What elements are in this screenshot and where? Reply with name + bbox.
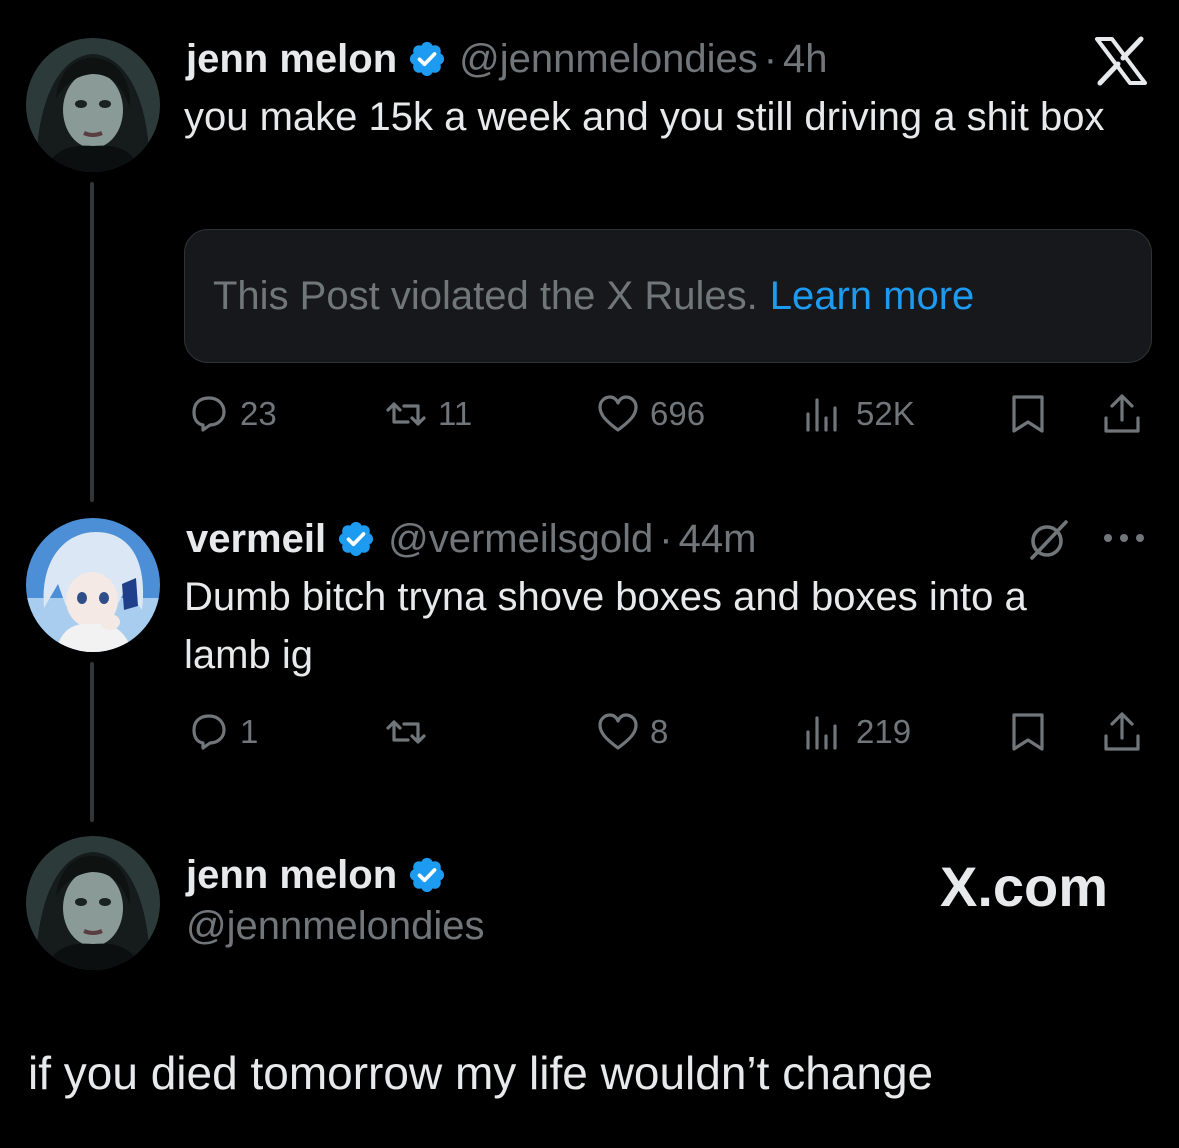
views-count: 219 bbox=[856, 713, 912, 750]
repost-icon bbox=[386, 720, 426, 744]
like-count: 8 bbox=[650, 713, 669, 750]
avatar-jenn[interactable] bbox=[26, 38, 160, 172]
author-handle[interactable]: @jennmelondies bbox=[459, 37, 758, 82]
avatar-vermeil[interactable] bbox=[26, 518, 160, 652]
thread-line-2 bbox=[90, 662, 94, 822]
learn-more-link[interactable]: Learn more bbox=[770, 274, 975, 319]
verified-badge-icon bbox=[407, 855, 447, 895]
author-handle[interactable]: @jennmelondies bbox=[186, 904, 485, 949]
like-button[interactable]: 8 bbox=[596, 710, 668, 754]
views-button[interactable]: 52K bbox=[802, 392, 915, 436]
verified-badge-icon bbox=[336, 519, 376, 559]
author-name[interactable]: vermeil bbox=[186, 517, 326, 562]
repost-count: 11 bbox=[438, 395, 473, 432]
avatar-jenn[interactable] bbox=[26, 836, 160, 970]
timestamp[interactable]: 4h bbox=[783, 37, 828, 82]
author-handle[interactable]: @vermeilsgold bbox=[388, 517, 653, 562]
repost-button[interactable]: 11 bbox=[384, 392, 472, 436]
like-button[interactable]: 696 bbox=[596, 392, 705, 436]
more-icon[interactable] bbox=[1100, 530, 1148, 546]
x-logo-icon bbox=[1094, 36, 1148, 86]
reply-button[interactable]: 1 bbox=[186, 710, 258, 754]
bookmark-button[interactable] bbox=[1006, 392, 1050, 436]
reply-icon bbox=[192, 714, 226, 750]
repost-button[interactable] bbox=[384, 710, 438, 754]
like-icon bbox=[598, 395, 638, 432]
tweet-text: if you died tomorrow my life wouldn’t ch… bbox=[28, 1047, 934, 1099]
author-name[interactable]: jenn melon bbox=[186, 853, 397, 898]
views-icon bbox=[806, 716, 837, 750]
author-name[interactable]: jenn melon bbox=[186, 37, 397, 82]
like-count: 696 bbox=[650, 395, 706, 432]
verified-badge-icon bbox=[407, 39, 447, 79]
thread-line-1 bbox=[90, 182, 94, 502]
violation-notice: This Post violated the X Rules. Learn mo… bbox=[184, 229, 1152, 363]
brand-xcom: X.com bbox=[940, 855, 1109, 918]
repost-icon bbox=[386, 402, 426, 426]
reply-count: 1 bbox=[240, 713, 259, 750]
reply-icon bbox=[192, 396, 226, 432]
tweet-text: Dumb bitch tryna shove boxes and boxes i… bbox=[184, 575, 1027, 677]
share-icon bbox=[1104, 394, 1140, 433]
share-button[interactable] bbox=[1100, 710, 1144, 754]
views-count: 52K bbox=[856, 395, 915, 432]
tweet-text: you make 15k a week and you still drivin… bbox=[184, 95, 1105, 139]
views-icon bbox=[806, 398, 837, 432]
share-button[interactable] bbox=[1100, 392, 1144, 436]
share-icon bbox=[1104, 712, 1140, 751]
separator-dot: · bbox=[659, 516, 673, 561]
like-icon bbox=[598, 713, 638, 750]
bookmark-icon bbox=[1012, 713, 1044, 751]
separator-dot: · bbox=[763, 36, 778, 81]
reply-count: 23 bbox=[240, 395, 277, 432]
views-button[interactable]: 219 bbox=[802, 710, 911, 754]
grok-icon[interactable] bbox=[1026, 518, 1072, 562]
notice-text: This Post violated the X Rules. bbox=[213, 273, 758, 318]
reply-button[interactable]: 23 bbox=[186, 392, 277, 436]
timestamp[interactable]: 44m bbox=[679, 517, 757, 562]
bookmark-button[interactable] bbox=[1006, 710, 1050, 754]
bookmark-icon bbox=[1012, 395, 1044, 433]
